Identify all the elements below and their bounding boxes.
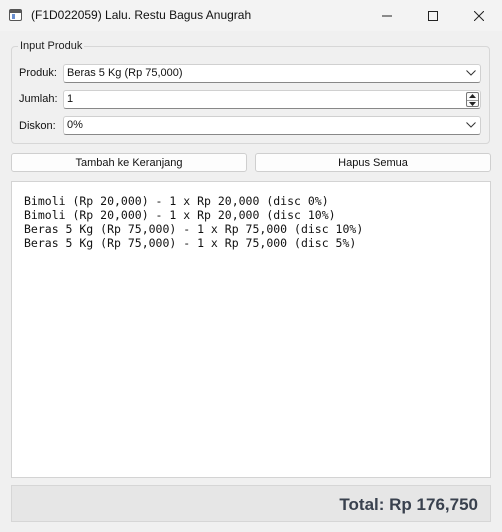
chevron-down-icon [466, 70, 476, 76]
diskon-select[interactable]: 0% [63, 116, 481, 135]
produk-label: Produk: [19, 67, 57, 79]
jumlah-value: 1 [67, 93, 74, 105]
produk-select-value: Beras 5 Kg (Rp 75,000) [67, 67, 183, 79]
cart-item: Bimoli (Rp 20,000) - 1 x Rp 20,000 (disc… [24, 194, 329, 208]
jumlah-spin-buttons [466, 92, 479, 107]
minimize-icon [382, 15, 392, 16]
diskon-select-value: 0% [67, 119, 83, 131]
spin-down-button[interactable] [467, 100, 478, 107]
produk-select[interactable]: Beras 5 Kg (Rp 75,000) [63, 64, 481, 83]
total-label: Total: Rp 176,750 [339, 495, 478, 514]
spin-up-button[interactable] [467, 93, 478, 99]
spin-up-arrow-icon [469, 94, 476, 98]
total-panel: Total: Rp 176,750 [11, 485, 491, 522]
app-window-icon [9, 9, 22, 21]
chevron-down-icon [466, 122, 476, 128]
maximize-button[interactable] [410, 0, 456, 31]
spin-down-arrow-icon [469, 102, 476, 106]
cart-list[interactable]: Bimoli (Rp 20,000) - 1 x Rp 20,000 (disc… [11, 181, 491, 478]
close-button[interactable] [456, 0, 502, 31]
close-icon [474, 10, 484, 21]
window-title: (F1D022059) Lalu. Restu Bagus Anugrah [31, 8, 252, 22]
jumlah-spinbox[interactable]: 1 [63, 90, 481, 109]
clear-all-button[interactable]: Hapus Semua [255, 153, 491, 172]
cart-item: Bimoli (Rp 20,000) - 1 x Rp 20,000 (disc… [24, 208, 336, 222]
maximize-icon [428, 10, 438, 21]
title-bar: (F1D022059) Lalu. Restu Bagus Anugrah [0, 0, 502, 31]
group-title: Input Produk [18, 40, 85, 52]
add-to-cart-button[interactable]: Tambah ke Keranjang [11, 153, 247, 172]
minimize-button[interactable] [364, 0, 410, 31]
diskon-label: Diskon: [19, 120, 56, 132]
jumlah-label: Jumlah: [19, 93, 58, 105]
cart-items: Bimoli (Rp 20,000) - 1 x Rp 20,000 (disc… [24, 194, 363, 250]
cart-item: Beras 5 Kg (Rp 75,000) - 1 x Rp 75,000 (… [24, 236, 357, 250]
cart-item: Beras 5 Kg (Rp 75,000) - 1 x Rp 75,000 (… [24, 222, 364, 236]
